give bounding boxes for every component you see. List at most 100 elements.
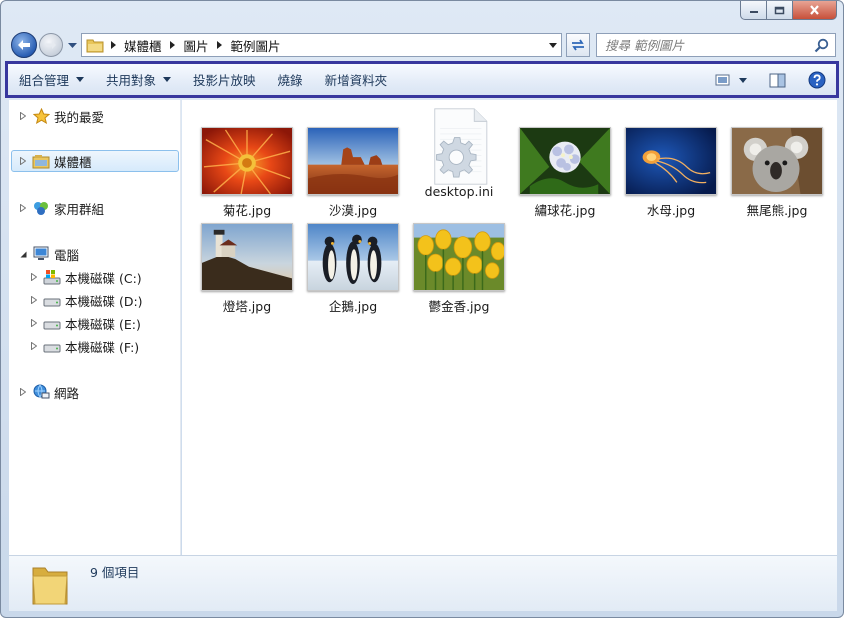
file-item[interactable]: 沙漠.jpg: [302, 127, 404, 219]
nav-computer[interactable]: 電腦: [17, 243, 79, 265]
nav-favorites[interactable]: 我的最愛: [17, 105, 104, 127]
expand-icon[interactable]: [17, 110, 29, 122]
search-input[interactable]: [605, 37, 815, 53]
view-icon: [715, 74, 730, 86]
file-item[interactable]: 繡球花.jpg: [514, 127, 616, 219]
file-list: 菊花.jpg 沙漠.jpg desktop.ini 繡球花.jpg 水母.jpg…: [182, 100, 837, 555]
nav-drive-c[interactable]: 本機磁碟 (C:): [28, 266, 142, 288]
share-with-button[interactable]: 共用對象: [95, 67, 182, 93]
nav-drive-f[interactable]: 本機磁碟 (F:): [28, 335, 139, 357]
chevron-right-icon: [217, 41, 223, 49]
organize-label: 組合管理: [19, 73, 70, 88]
close-button[interactable]: [793, 1, 837, 20]
minimize-button[interactable]: [740, 1, 767, 20]
file-name: 企鵝.jpg: [328, 299, 378, 314]
help-icon: [808, 71, 826, 89]
refresh-button[interactable]: [566, 33, 590, 57]
chevron-right-icon: [170, 41, 176, 49]
drive-icon: [43, 315, 61, 331]
nav-network[interactable]: 網路: [17, 381, 79, 403]
nav-libraries[interactable]: 媒體櫃: [11, 150, 179, 172]
recent-pages-button[interactable]: [66, 40, 78, 52]
nav-drive-c-label: 本機磁碟 (C:): [65, 270, 142, 286]
expand-icon[interactable]: [17, 202, 29, 214]
file-item[interactable]: desktop.ini: [408, 107, 510, 199]
expand-icon[interactable]: [17, 155, 29, 167]
address-history-dropdown[interactable]: [545, 34, 561, 56]
file-name: 繡球花.jpg: [534, 203, 596, 218]
burn-button[interactable]: 燒錄: [267, 67, 314, 93]
file-item[interactable]: 燈塔.jpg: [196, 223, 298, 315]
address-bar[interactable]: 媒體櫃 圖片 範例圖片: [81, 33, 562, 57]
breadcrumb-pictures[interactable]: 圖片: [180, 36, 213, 55]
address-row: 媒體櫃 圖片 範例圖片: [9, 30, 837, 60]
nav-homegroup-label: 家用群組: [54, 201, 105, 217]
file-item[interactable]: 水母.jpg: [620, 127, 722, 219]
expand-icon[interactable]: [17, 386, 29, 398]
file-name: 水母.jpg: [646, 203, 696, 218]
nav-drive-d[interactable]: 本機磁碟 (D:): [28, 289, 143, 311]
computer-icon: [32, 246, 50, 262]
toolbar-right-group: [707, 69, 826, 91]
chrysanthemum-thumbnail: [201, 127, 293, 195]
breadcrumb-sample-pictures[interactable]: 範例圖片: [227, 36, 285, 55]
view-options-dropdown[interactable]: [739, 69, 747, 91]
breadcrumb-libraries[interactable]: 媒體櫃: [120, 36, 166, 55]
maximize-button[interactable]: [767, 1, 793, 20]
file-item[interactable]: 鬱金香.jpg: [408, 223, 510, 315]
file-name: 燈塔.jpg: [222, 299, 272, 314]
minimize-icon: [749, 11, 758, 13]
file-name: 鬱金香.jpg: [428, 299, 490, 314]
nav-homegroup[interactable]: 家用群組: [17, 197, 104, 219]
expand-icon[interactable]: [28, 317, 40, 329]
search-icon: [814, 38, 829, 53]
folder-icon: [32, 567, 68, 605]
nav-libraries-label: 媒體櫃: [54, 154, 92, 170]
settings-file-icon: [434, 108, 488, 185]
breadcrumb-separator[interactable]: [166, 41, 180, 49]
preview-pane-button[interactable]: [769, 69, 786, 91]
expand-icon[interactable]: [28, 271, 40, 283]
breadcrumb-separator[interactable]: [106, 41, 120, 49]
close-icon: [810, 5, 819, 15]
file-name: 沙漠.jpg: [328, 203, 378, 218]
search-box[interactable]: [596, 33, 836, 57]
koala-thumbnail: [731, 127, 823, 195]
expand-icon[interactable]: [28, 340, 40, 352]
file-item[interactable]: 企鵝.jpg: [302, 223, 404, 315]
forward-button[interactable]: [39, 33, 63, 57]
new-folder-button[interactable]: 新增資料夾: [314, 67, 399, 93]
star-icon: [32, 108, 50, 124]
preview-pane-icon: [769, 73, 786, 87]
maximize-icon: [774, 6, 785, 14]
folder-icon: [86, 39, 104, 53]
breadcrumb-separator[interactable]: [213, 41, 227, 49]
file-item[interactable]: 菊花.jpg: [196, 127, 298, 219]
chevron-down-icon: [163, 77, 172, 82]
nav-drive-e-label: 本機磁碟 (E:): [65, 316, 141, 332]
share-with-label: 共用對象: [106, 73, 157, 88]
jellyfish-thumbnail: [625, 127, 717, 195]
drive-icon: [43, 292, 61, 308]
chevron-down-icon: [67, 43, 77, 48]
nav-drive-e[interactable]: 本機磁碟 (E:): [28, 312, 141, 334]
back-button[interactable]: [11, 32, 37, 58]
refresh-icon: [572, 39, 584, 51]
nav-drive-d-label: 本機磁碟 (D:): [65, 293, 143, 309]
collapse-icon[interactable]: [17, 248, 29, 260]
explorer-window: 媒體櫃 圖片 範例圖片 組合管理 共用對象 投影片放映 燒錄 新增資料: [0, 0, 844, 618]
slideshow-button[interactable]: 投影片放映: [182, 67, 267, 93]
organize-button[interactable]: 組合管理: [8, 67, 95, 93]
navigation-pane: 我的最愛 媒體櫃 家用群組 電腦 本機磁碟 (C:) 本機磁碟 (D:) 本機磁…: [9, 100, 181, 555]
nav-favorites-label: 我的最愛: [54, 109, 105, 125]
chevron-down-icon: [739, 77, 747, 83]
expand-icon[interactable]: [28, 294, 40, 306]
change-view-button[interactable]: [715, 69, 731, 91]
nav-network-label: 網路: [54, 385, 80, 401]
help-button[interactable]: [808, 69, 826, 91]
chevron-down-icon: [549, 42, 557, 48]
back-arrow-icon: [18, 40, 30, 50]
file-item[interactable]: 無尾熊.jpg: [726, 127, 828, 219]
forward-arrow-icon: [46, 41, 56, 49]
lighthouse-thumbnail: [201, 223, 293, 291]
